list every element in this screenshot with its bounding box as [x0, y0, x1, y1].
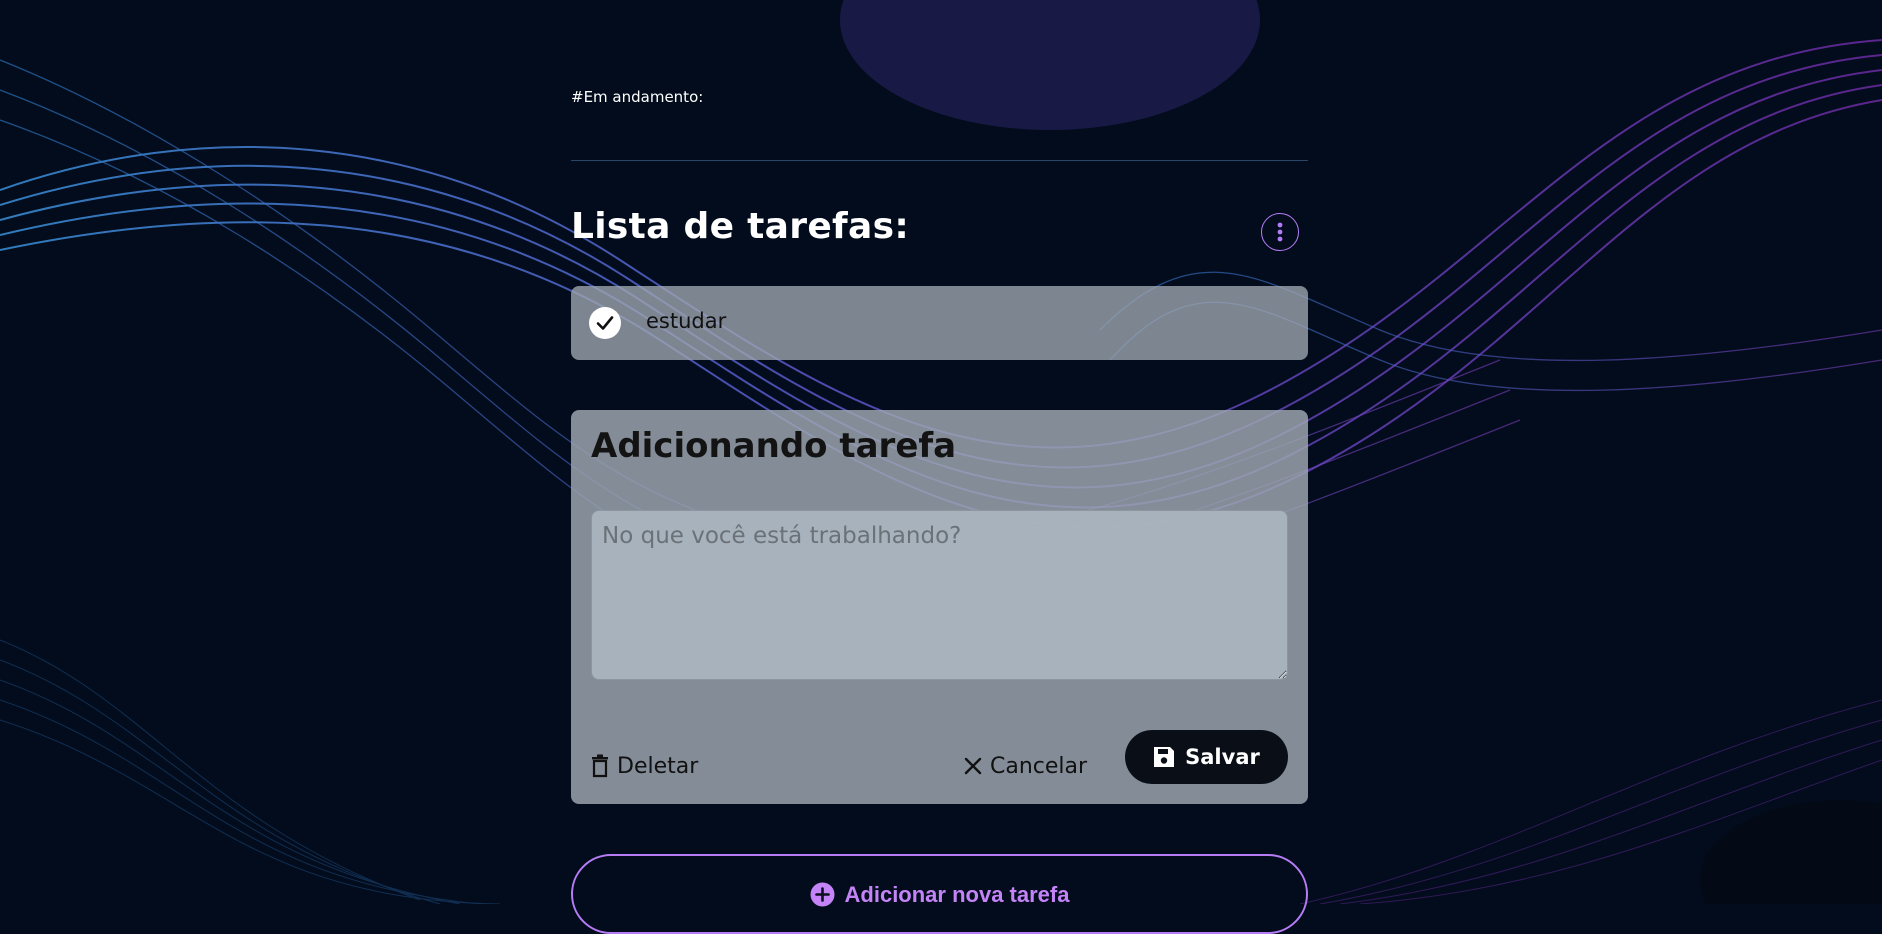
task-list-item[interactable]: estudar: [571, 286, 1308, 360]
form-title: Adicionando tarefa: [591, 426, 957, 466]
add-task-label: Adicionar nova tarefa: [844, 882, 1070, 907]
delete-button[interactable]: Deletar: [591, 740, 698, 792]
cancel-button[interactable]: Cancelar: [964, 740, 1087, 792]
save-label: Salvar: [1185, 745, 1260, 769]
add-task-button[interactable]: Adicionar nova tarefa: [571, 854, 1308, 934]
more-options-button[interactable]: [1261, 213, 1299, 251]
task-label: estudar: [646, 309, 727, 333]
add-task-form: Adicionando tarefa Deletar Cancelar Salv…: [571, 410, 1308, 804]
divider: [571, 160, 1308, 161]
plus-circle-icon: [810, 882, 835, 907]
more-vertical-icon: [1277, 222, 1283, 242]
task-list-title: Lista de tarefas:: [571, 206, 910, 247]
task-description-input[interactable]: [591, 510, 1288, 680]
floppy-disk-icon: [1154, 747, 1175, 767]
cancel-label: Cancelar: [990, 753, 1088, 779]
trash-icon: [592, 754, 608, 778]
status-label: #Em andamento:: [571, 88, 704, 106]
save-button[interactable]: Salvar: [1125, 730, 1288, 784]
check-icon: [596, 316, 614, 330]
task-complete-toggle[interactable]: [589, 307, 621, 339]
close-icon: [964, 757, 982, 775]
delete-label: Deletar: [617, 753, 699, 779]
